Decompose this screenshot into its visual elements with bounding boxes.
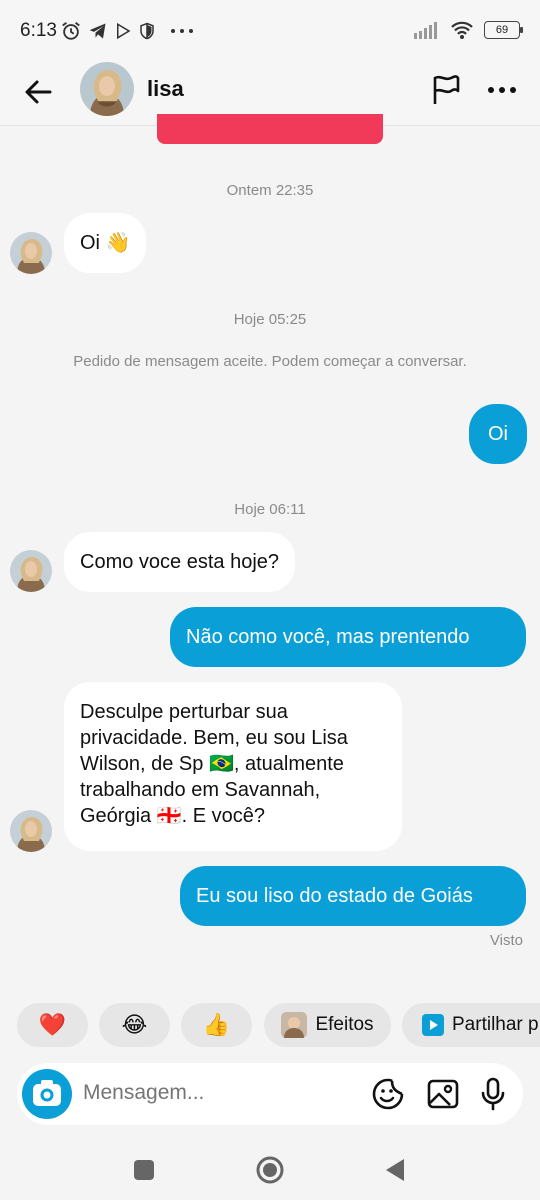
timestamp: Hoje 05:25 [233, 311, 307, 328]
message-avatar [10, 232, 52, 274]
battery-level: 69 [495, 24, 509, 36]
avatar-photo [80, 62, 134, 116]
laugh-icon: 😂 [121, 1012, 148, 1037]
message-bubble-outgoing[interactable]: Não como você, mas prentendo [170, 607, 526, 667]
message-bubble-incoming[interactable]: Oi 👋 [64, 213, 147, 273]
avatar[interactable] [80, 62, 134, 116]
message-bubble-outgoing[interactable]: Oi [469, 404, 527, 464]
camera-icon [33, 1080, 61, 1106]
battery-icon: 69 [484, 21, 523, 39]
effects-button[interactable]: Efeitos [264, 1003, 391, 1047]
status-icons-right: 69 [414, 20, 523, 40]
back-arrow-icon[interactable] [20, 72, 60, 112]
recents-icon[interactable] [128, 1154, 160, 1186]
wifi-icon [451, 21, 473, 39]
share-play-icon [422, 1014, 444, 1036]
quick-actions-row: ❤️ 😂 👍 Efeitos Partilhar p [0, 1000, 540, 1048]
system-nav-bar [0, 1140, 540, 1200]
message-bubble-incoming[interactable]: Desculpe perturbar sua privacidade. Bem,… [64, 682, 402, 851]
share-button[interactable]: Partilhar p [402, 1003, 540, 1047]
gallery-icon[interactable] [425, 1076, 461, 1112]
system-note: Pedido de mensagem aceite. Podem começar… [73, 353, 467, 370]
sticker-icon[interactable] [370, 1076, 406, 1112]
message-composer [17, 1063, 523, 1125]
back-icon[interactable] [380, 1154, 412, 1186]
status-icons-left [60, 20, 194, 42]
message-avatar [10, 810, 52, 852]
reaction-thumbs-up-button[interactable]: 👍 [181, 1003, 252, 1047]
reaction-heart-button[interactable]: ❤️ [17, 1003, 88, 1047]
more-dots-icon [171, 29, 193, 33]
message-input[interactable] [83, 1081, 333, 1105]
thumbs-up-icon: 👍 [202, 1012, 231, 1037]
shield-icon [140, 22, 154, 40]
more-icon[interactable] [484, 72, 520, 108]
flag-icon[interactable] [428, 72, 464, 108]
partial-action-button[interactable] [157, 114, 383, 144]
alarm-icon [62, 22, 80, 40]
timestamp: Ontem 22:35 [226, 182, 314, 199]
message-bubble-outgoing[interactable]: Eu sou liso do estado de Goiás [180, 866, 526, 926]
heart-icon: ❤️ [38, 1012, 67, 1037]
status-bar: 6:13 69 [0, 0, 540, 62]
reaction-laugh-button[interactable]: 😂 [99, 1003, 170, 1047]
effects-label: Efeitos [315, 1014, 374, 1035]
seen-indicator: Visto [489, 932, 523, 949]
message-avatar [10, 550, 52, 592]
contact-name[interactable]: lisa [147, 76, 184, 102]
status-time: 6:13 [20, 20, 57, 41]
effects-icon [281, 1012, 308, 1038]
camera-button[interactable] [22, 1069, 72, 1119]
microphone-icon[interactable] [475, 1076, 511, 1112]
telegram-icon [89, 23, 106, 39]
message-bubble-incoming[interactable]: Como voce esta hoje? [64, 532, 296, 592]
share-label: Partilhar p [452, 1014, 539, 1035]
timestamp: Hoje 06:11 [234, 501, 306, 518]
play-store-icon [117, 22, 131, 40]
signal-icon [414, 22, 437, 39]
home-icon[interactable] [254, 1154, 286, 1186]
